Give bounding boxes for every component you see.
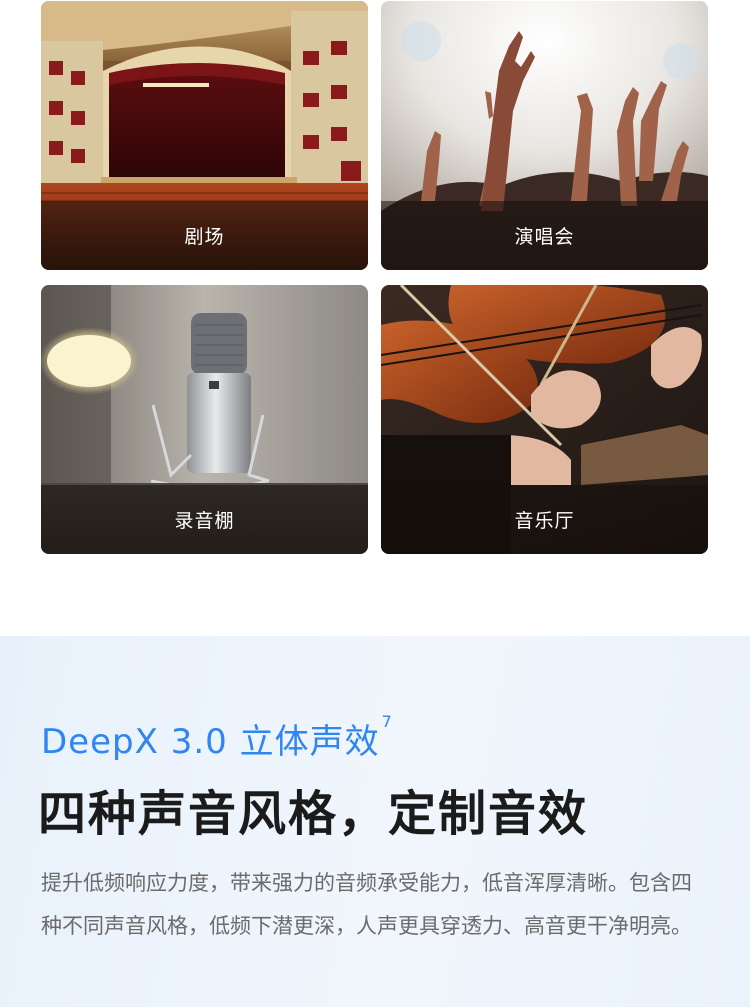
feature-headline: 四种声音风格，定制音效: [38, 786, 589, 842]
caption-band: 音乐厅: [381, 485, 708, 554]
feature-eyebrow-text: DeepX 3.0 立体声效: [41, 722, 380, 762]
scene-card-theatre[interactable]: 剧场: [41, 1, 368, 270]
caption-band: 录音棚: [41, 485, 368, 554]
sound-effect-feature: DeepX 3.0 立体声效7 四种声音风格，定制音效 提升低频响应力度，带来强…: [0, 636, 750, 1007]
feature-description: 提升低频响应力度，带来强力的音频承受能力，低音浑厚清晰。包含四种不同声音风格，低…: [41, 871, 692, 938]
feature-eyebrow: DeepX 3.0 立体声效7: [41, 712, 393, 763]
scene-card-studio[interactable]: 录音棚: [41, 285, 368, 554]
scene-card-concert[interactable]: 演唱会: [381, 1, 708, 270]
scene-label: 剧场: [184, 226, 225, 248]
caption-band: 演唱会: [381, 201, 708, 270]
footnote-marker: 7: [381, 712, 393, 731]
scene-label: 音乐厅: [514, 510, 575, 532]
scene-label: 录音棚: [174, 510, 235, 532]
scene-label: 演唱会: [514, 226, 575, 248]
caption-band: 剧场: [41, 201, 368, 270]
scene-card-concert-hall[interactable]: 音乐厅: [381, 285, 708, 554]
